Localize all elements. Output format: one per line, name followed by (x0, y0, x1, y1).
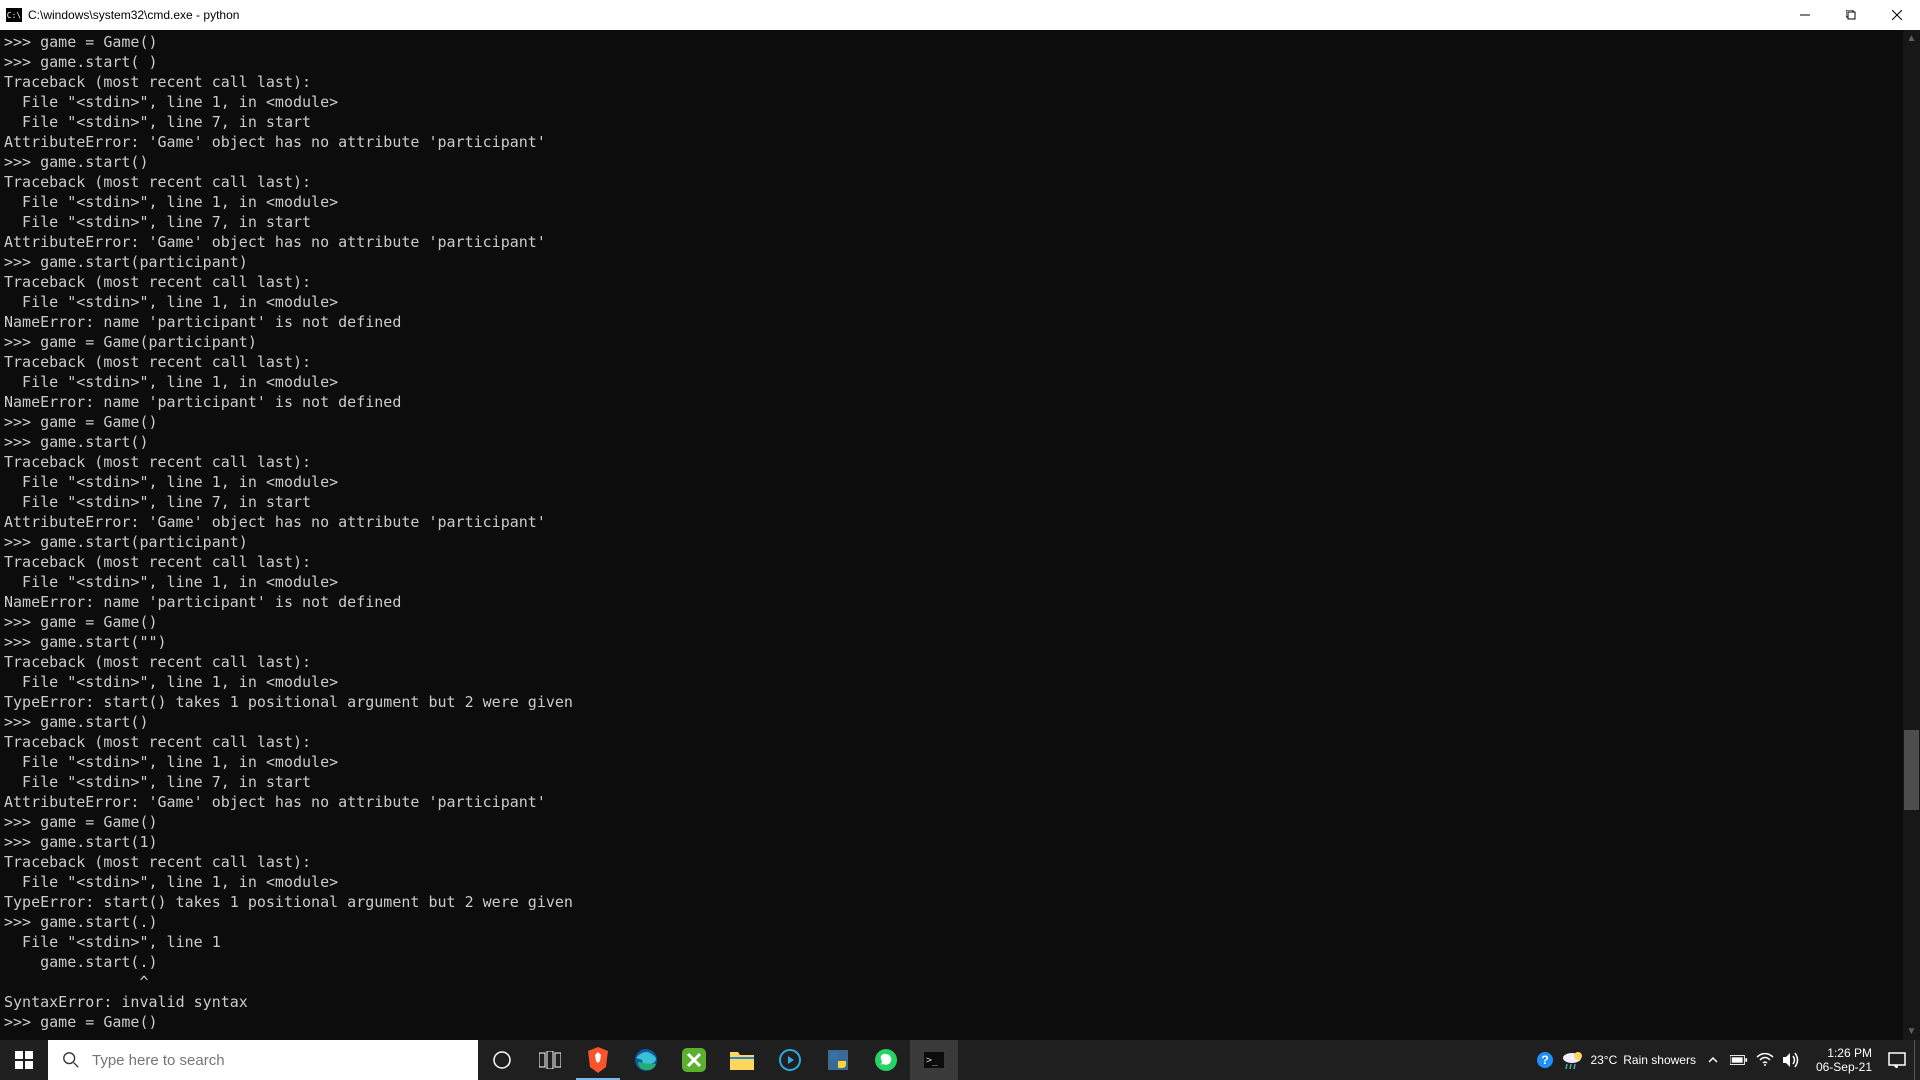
weather-temp: 23°C (1590, 1053, 1617, 1067)
svg-text:?: ? (1542, 1053, 1549, 1067)
volume-icon[interactable] (1782, 1051, 1800, 1069)
cmd-taskbar-icon[interactable]: >_ (910, 1040, 958, 1080)
window-title: C:\windows\system32\cmd.exe - python (28, 8, 239, 22)
clock[interactable]: 1:26 PM 06-Sep-21 (1808, 1046, 1880, 1074)
scroll-thumb[interactable] (1904, 730, 1919, 810)
help-icon[interactable]: ? (1536, 1051, 1554, 1069)
taskbar-spacer (958, 1040, 1528, 1080)
show-desktop-button[interactable] (1914, 1040, 1920, 1080)
weather-icon (1562, 1050, 1584, 1070)
taskbar-icons: >_ (478, 1040, 958, 1080)
search-icon (62, 1051, 80, 1069)
weather-desc: Rain showers (1623, 1053, 1696, 1067)
whatsapp-icon[interactable] (862, 1040, 910, 1080)
close-button[interactable] (1874, 0, 1920, 30)
minimize-button[interactable] (1782, 0, 1828, 30)
brave-browser-icon[interactable] (574, 1040, 622, 1080)
window-controls (1782, 0, 1920, 30)
cortana-icon[interactable] (478, 1040, 526, 1080)
taskbar-search[interactable] (48, 1040, 478, 1080)
terminal-output[interactable]: >>> game = Game() >>> game.start( ) Trac… (0, 30, 1920, 1040)
scroll-track[interactable] (1903, 47, 1920, 1023)
app-green-icon[interactable] (670, 1040, 718, 1080)
clock-time: 1:26 PM (1827, 1046, 1872, 1060)
clock-date: 06-Sep-21 (1816, 1060, 1872, 1074)
app-blue-circle-icon[interactable] (766, 1040, 814, 1080)
windows-logo-icon (15, 1051, 33, 1069)
titlebar-left: C:\ C:\windows\system32\cmd.exe - python (6, 8, 239, 22)
search-input[interactable] (92, 1052, 464, 1069)
weather-widget[interactable]: 23°C Rain showers (1562, 1050, 1696, 1070)
battery-icon[interactable] (1730, 1051, 1748, 1069)
scroll-up-arrow[interactable]: ▲ (1903, 30, 1920, 47)
notifications-icon[interactable] (1888, 1051, 1906, 1069)
vertical-scrollbar[interactable]: ▲ ▼ (1903, 30, 1920, 1040)
tray-chevron-icon[interactable] (1704, 1051, 1722, 1069)
wifi-icon[interactable] (1756, 1051, 1774, 1069)
system-tray: ? 23°C Rain showers 1:26 PM 06-Sep-21 (1528, 1040, 1914, 1080)
edge-browser-icon[interactable] (622, 1040, 670, 1080)
scroll-down-arrow[interactable]: ▼ (1903, 1023, 1920, 1040)
file-explorer-icon[interactable] (718, 1040, 766, 1080)
taskbar: >_ ? 23°C Rain showers 1:26 PM 06-Sep-21 (0, 1040, 1920, 1080)
window-titlebar: C:\ C:\windows\system32\cmd.exe - python (0, 0, 1920, 30)
start-button[interactable] (0, 1040, 48, 1080)
python-idle-icon[interactable] (814, 1040, 862, 1080)
cmd-icon: C:\ (6, 8, 22, 22)
task-view-icon[interactable] (526, 1040, 574, 1080)
svg-text:>_: >_ (926, 1055, 939, 1066)
maximize-button[interactable] (1828, 0, 1874, 30)
